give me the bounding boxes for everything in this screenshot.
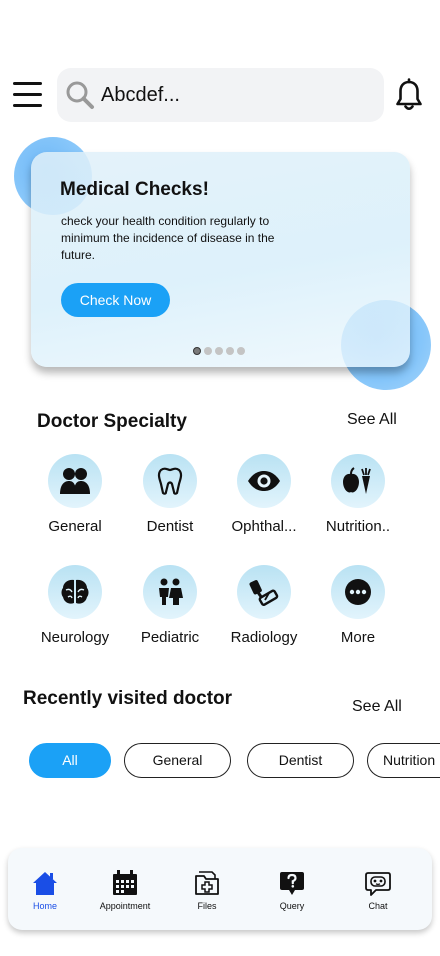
tab-chat[interactable]: Chat (351, 848, 405, 930)
specialty-label: Nutrition.. (325, 518, 391, 535)
carousel-dot[interactable] (237, 347, 245, 355)
tab-label: Chat (368, 901, 388, 911)
specialty-item-pediatric[interactable]: Pediatric (123, 565, 217, 646)
people-icon (60, 468, 90, 494)
eye-icon (248, 471, 280, 491)
specialty-label: General (48, 518, 102, 535)
filter-chip-dentist[interactable]: Dentist (247, 743, 354, 778)
tab-home[interactable]: Home (18, 848, 72, 930)
medical-folder-icon (195, 871, 219, 895)
specialty-item-neurology[interactable]: Neurology (28, 565, 122, 646)
specialty-item-dentist[interactable]: Dentist (123, 454, 217, 535)
menu-icon[interactable] (13, 82, 43, 108)
home-icon (33, 872, 57, 895)
tooth-icon (157, 467, 183, 495)
bottom-tab-bar: Home Appointment Files Query Chat (8, 848, 432, 930)
specialty-label: More (340, 629, 376, 646)
recent-title: Recently visited doctor (23, 688, 233, 709)
search-input[interactable]: Abcdef... (101, 68, 180, 122)
specialty-label: Radiology (230, 629, 298, 646)
recent-see-all-link[interactable]: See All (352, 698, 402, 716)
filter-chip-nutrition[interactable]: Nutrition (367, 743, 440, 778)
specialty-item-nutrition[interactable]: Nutrition.. (311, 454, 405, 535)
tab-files[interactable]: Files (180, 848, 234, 930)
tab-appointment[interactable]: Appointment (94, 848, 156, 930)
specialty-item-general[interactable]: General (28, 454, 122, 535)
filter-chip-all[interactable]: All (29, 743, 111, 778)
filter-chips: All General Dentist Nutrition (0, 743, 440, 778)
question-icon (280, 872, 304, 895)
carousel-dot[interactable] (226, 347, 234, 355)
tab-label: Appointment (99, 901, 151, 911)
specialty-label: Ophthal... (231, 518, 297, 535)
bell-icon[interactable] (394, 78, 424, 112)
banner-description: check your health condition regularly to… (61, 214, 275, 262)
brain-icon (61, 579, 89, 604)
specialty-label: Dentist (146, 518, 194, 535)
check-now-button[interactable]: Check Now (61, 283, 170, 317)
search-bar[interactable]: Abcdef... (57, 68, 384, 122)
carousel-indicator (193, 347, 245, 355)
specialty-title: Doctor Specialty (37, 411, 187, 432)
children-icon (159, 578, 183, 605)
banner-title: Medical Checks! (60, 179, 209, 200)
promo-banner[interactable]: Medical Checks! check your health condit… (31, 152, 410, 367)
fruit-icon (343, 467, 371, 494)
carousel-dot[interactable] (193, 347, 201, 355)
more-icon (345, 579, 371, 605)
tab-label: Query (279, 901, 305, 911)
radiology-icon (249, 580, 279, 606)
specialty-label: Neurology (40, 629, 110, 646)
specialty-see-all-link[interactable]: See All (347, 411, 397, 429)
tab-label: Home (32, 901, 57, 911)
specialty-label: Pediatric (140, 629, 200, 646)
specialty-item-more[interactable]: More (311, 565, 405, 646)
specialty-item-radiology[interactable]: Radiology (217, 565, 311, 646)
tab-query[interactable]: Query (265, 848, 319, 930)
specialty-item-ophthalmology[interactable]: Ophthal... (217, 454, 311, 535)
carousel-dot[interactable] (204, 347, 212, 355)
top-bar: Abcdef... (0, 68, 440, 122)
filter-chip-general[interactable]: General (124, 743, 231, 778)
chat-bot-icon (365, 872, 391, 896)
search-icon (66, 81, 94, 109)
calendar-icon (113, 870, 137, 895)
carousel-dot[interactable] (215, 347, 223, 355)
tab-label: Files (197, 901, 217, 911)
